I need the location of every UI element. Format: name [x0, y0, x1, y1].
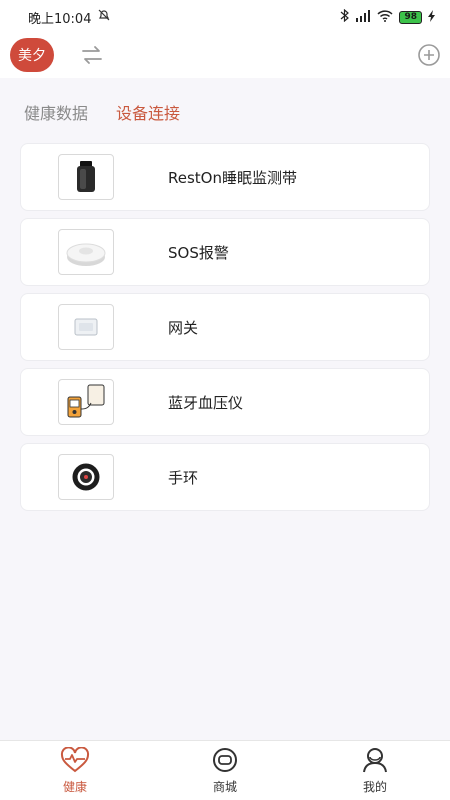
charging-icon [428, 9, 436, 25]
status-time: 晚上10:04 [28, 11, 92, 27]
device-name: 手环 [168, 469, 199, 487]
tab-health-data[interactable]: 健康数据 [24, 100, 88, 124]
device-name: RestOn睡眠监测带 [168, 169, 297, 187]
swap-arrows-icon[interactable] [80, 44, 104, 70]
tab-device-connection[interactable]: 设备连接 [116, 100, 180, 124]
device-item-sos[interactable]: SOS报警 [20, 218, 430, 286]
bluetooth-icon [340, 8, 350, 25]
signal-icon [355, 9, 371, 25]
heart-pulse-icon [60, 746, 90, 776]
device-item-wristband[interactable]: 手环 [20, 443, 430, 511]
gateway-icon [58, 304, 114, 350]
device-item-sleep-band[interactable]: RestOn睡眠监测带 [20, 143, 430, 211]
device-name: SOS报警 [168, 244, 229, 262]
sos-button-icon [58, 229, 114, 275]
battery-icon: 98 [399, 10, 422, 24]
nav-store-label: 商城 [212, 779, 237, 794]
tab-bar: 健康数据 设备连接 [24, 100, 180, 124]
device-name: 蓝牙血压仪 [168, 394, 244, 412]
wristband-icon [58, 454, 114, 500]
bottom-nav: 健康 商城 我的 [0, 740, 450, 800]
blood-pressure-monitor-icon [58, 379, 114, 425]
device-item-gateway[interactable]: 网关 [20, 293, 430, 361]
device-list: RestOn睡眠监测带 SOS报警 网关 蓝牙血压仪 手环 [20, 143, 430, 518]
avatar[interactable]: 美夕 [10, 38, 54, 72]
status-bar: 晚上10:04 98 [0, 0, 450, 34]
alarm-off-icon [97, 8, 111, 26]
nav-health-label: 健康 [62, 779, 87, 794]
sleep-band-icon [58, 154, 114, 200]
nav-store[interactable]: 商城 [150, 741, 300, 800]
nav-profile-label: 我的 [362, 779, 387, 794]
wifi-icon [377, 9, 393, 25]
nav-health[interactable]: 健康 [0, 741, 150, 800]
store-icon [211, 747, 239, 776]
nav-profile[interactable]: 我的 [300, 741, 450, 800]
device-item-blood-pressure[interactable]: 蓝牙血压仪 [20, 368, 430, 436]
profile-icon [361, 747, 389, 776]
plus-circle-icon[interactable] [417, 43, 441, 71]
device-name: 网关 [168, 319, 199, 337]
top-bar: 美夕 [0, 34, 450, 78]
